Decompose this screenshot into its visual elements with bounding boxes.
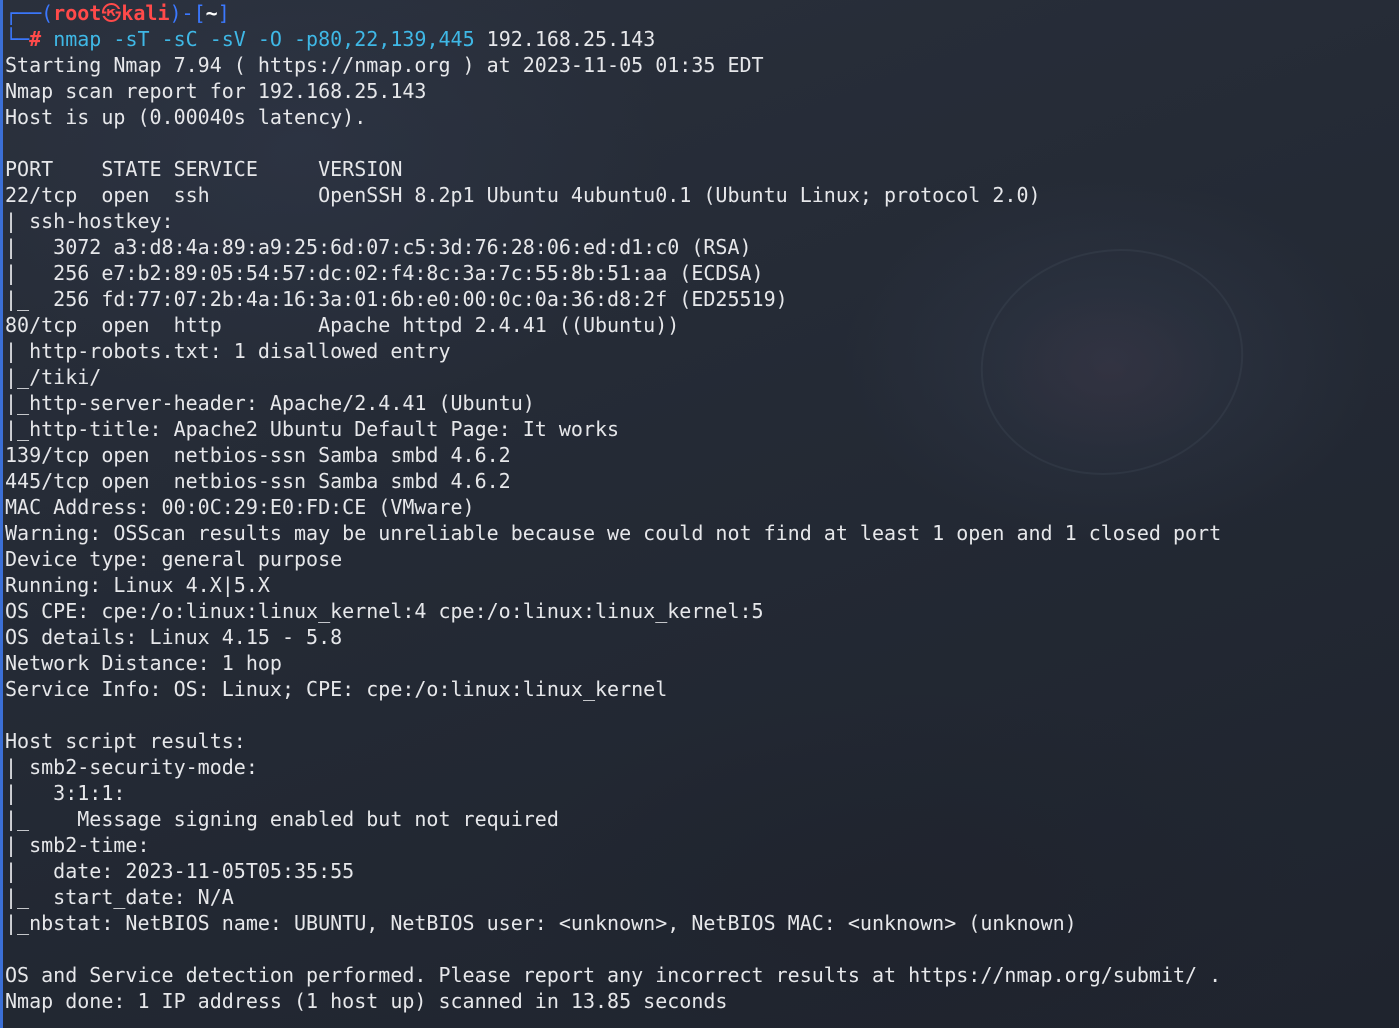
output-line: | 3:1:1: bbox=[5, 781, 138, 805]
prompt-command-line: └─# nmap -sT -sC -sV -O -p80,22,139,445 … bbox=[5, 26, 1399, 52]
prompt-open-corner: ┌──( bbox=[5, 1, 54, 25]
prompt-command-corner: └─ bbox=[5, 27, 30, 51]
output-line: | date: 2023-11-05T05:35:55 bbox=[5, 859, 355, 883]
output-line: | 256 e7:b2:89:05:54:57:dc:02:f4:8c:3a:7… bbox=[5, 261, 764, 285]
output-line: Network Distance: 1 hop bbox=[5, 651, 282, 675]
command-target: 192.168.25.143 bbox=[486, 27, 656, 51]
output-line: Warning: OSScan results may be unreliabl… bbox=[5, 521, 1222, 545]
prompt-close-bracket: ] bbox=[217, 1, 230, 25]
output-line: |_http-server-header: Apache/2.4.41 (Ubu… bbox=[5, 391, 535, 415]
output-line: 80/tcp open http Apache httpd 2.4.41 ((U… bbox=[5, 313, 680, 337]
prompt-header: ┌──(root㉿kali)-[~] bbox=[5, 0, 1399, 26]
output-line: |_http-title: Apache2 Ubuntu Default Pag… bbox=[5, 417, 620, 441]
output-line: |_ Message signing enabled but not requi… bbox=[5, 807, 559, 831]
output-line: Host script results: bbox=[5, 729, 246, 753]
prompt-separator: )-[ bbox=[169, 1, 206, 25]
output-line: OS and Service detection performed. Plea… bbox=[5, 963, 1222, 987]
output-line: Starting Nmap 7.94 ( https://nmap.org ) … bbox=[5, 53, 764, 77]
output-line: Host is up (0.00040s latency). bbox=[5, 105, 367, 129]
output-line: | ssh-hostkey: bbox=[5, 209, 186, 233]
output-line: 139/tcp open netbios-ssn Samba smbd 4.6.… bbox=[5, 443, 511, 467]
output-line: | http-robots.txt: 1 disallowed entry bbox=[5, 339, 463, 363]
output-line: OS details: Linux 4.15 - 5.8 bbox=[5, 625, 343, 649]
output-line: | smb2-security-mode: bbox=[5, 755, 270, 779]
output-line: 22/tcp open ssh OpenSSH 8.2p1 Ubuntu 4ub… bbox=[5, 183, 1041, 207]
output-line: | smb2-time: bbox=[5, 833, 162, 857]
prompt-host: kali bbox=[121, 1, 170, 25]
output-line: 445/tcp open netbios-ssn Samba smbd 4.6.… bbox=[5, 469, 511, 493]
output-line: MAC Address: 00:0C:29:E0:FD:CE (VMware) bbox=[5, 495, 475, 519]
prompt-user: root bbox=[53, 1, 102, 25]
output-line: Nmap scan report for 192.168.25.143 bbox=[5, 79, 427, 103]
output-line: Device type: general purpose bbox=[5, 547, 343, 571]
command-args: -sT -sC -sV -O -p80,22,139,445 bbox=[101, 27, 487, 51]
terminal-output-area[interactable]: ┌──(root㉿kali)-[~] └─# nmap -sT -sC -sV … bbox=[5, 0, 1399, 1028]
output-line: | 3072 a3:d8:4a:89:a9:25:6d:07:c5:3d:76:… bbox=[5, 235, 752, 259]
output-line: |_ 256 fd:77:07:2b:4a:16:3a:01:6b:e0:00:… bbox=[5, 287, 788, 311]
output-line: OS CPE: cpe:/o:linux:linux_kernel:4 cpe:… bbox=[5, 599, 764, 623]
output-line: |_nbstat: NetBIOS name: UBUNTU, NetBIOS … bbox=[5, 911, 1077, 935]
output-line: PORT STATE SERVICE VERSION bbox=[5, 157, 403, 181]
output-line: Service Info: OS: Linux; CPE: cpe:/o:lin… bbox=[5, 677, 668, 701]
output-line: Nmap done: 1 IP address (1 host up) scan… bbox=[5, 989, 728, 1013]
command-name: nmap bbox=[53, 27, 102, 51]
prompt-hash: # bbox=[29, 27, 54, 51]
window-focus-edge bbox=[0, 0, 3, 1028]
output-line: Running: Linux 4.X|5.X bbox=[5, 573, 270, 597]
output-line: |_ start_date: N/A bbox=[5, 885, 234, 909]
kali-skull-icon: ㉿ bbox=[101, 1, 122, 25]
output-line: |_/tiki/ bbox=[5, 365, 102, 389]
prompt-directory: ~ bbox=[205, 1, 218, 25]
